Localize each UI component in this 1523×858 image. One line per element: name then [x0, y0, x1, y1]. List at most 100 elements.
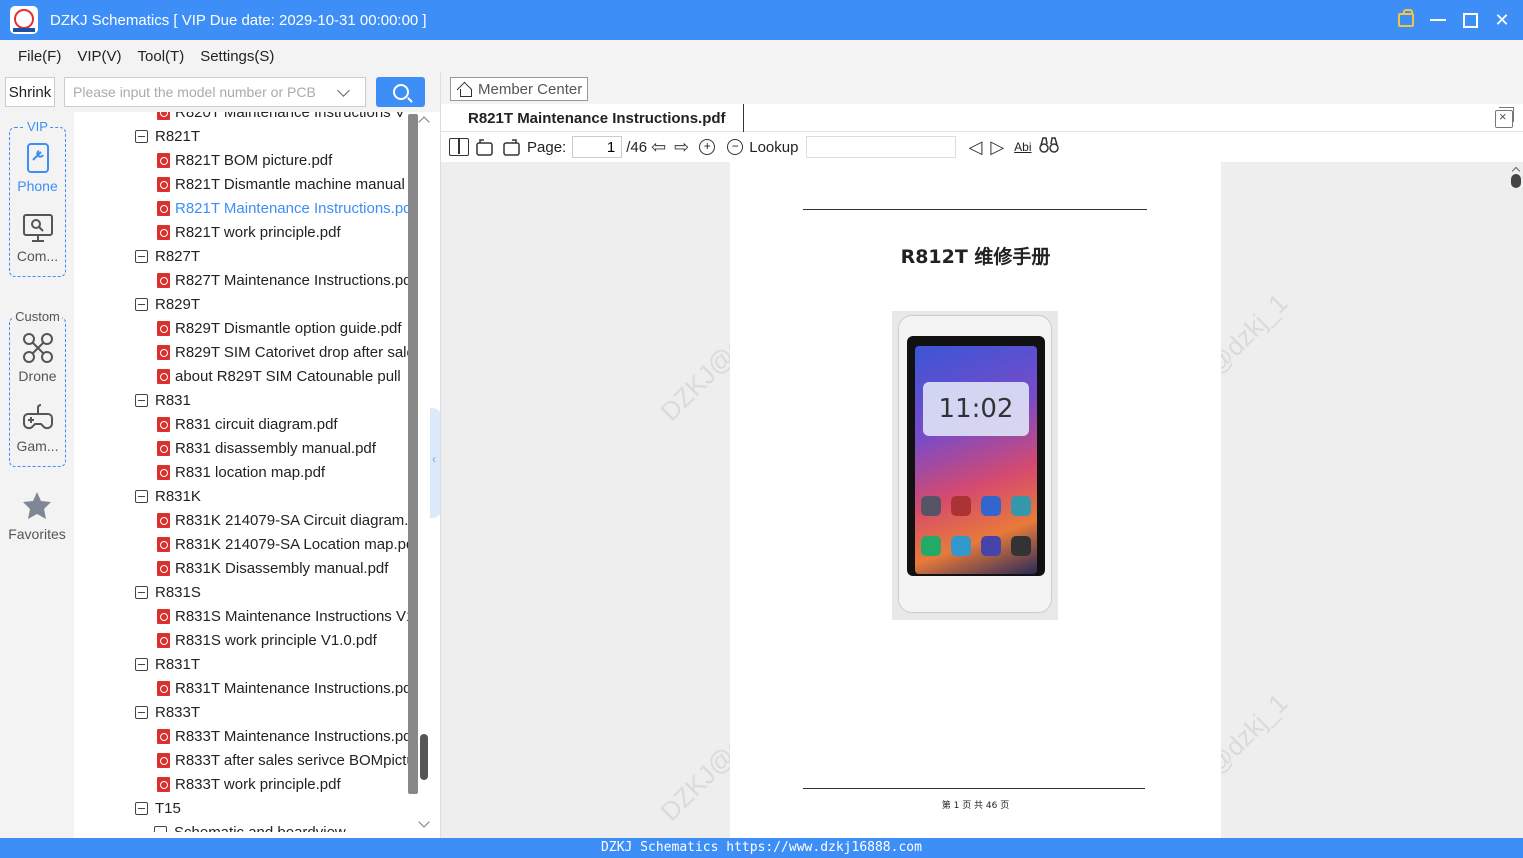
tree-file[interactable]: R831K 214079-SA Location map.pdf — [157, 532, 408, 556]
find-prev-icon[interactable]: ◁ — [968, 137, 982, 158]
tree-file[interactable]: R831 location map.pdf — [157, 460, 325, 484]
tree-file[interactable]: R833T Maintenance Instructions.pdf — [157, 724, 408, 748]
tree-file[interactable]: about R829T SIM Catounable pull — [157, 364, 401, 388]
tree-file[interactable]: R827T Maintenance Instructions.pdf — [157, 268, 408, 292]
footer-rule — [803, 788, 1145, 789]
scrollbar-thumb[interactable] — [1511, 174, 1521, 188]
tree-file[interactable]: R831 circuit diagram.pdf — [157, 412, 338, 436]
collapse-icon[interactable] — [135, 489, 148, 503]
category-game[interactable]: Gam... — [10, 402, 65, 454]
pdf-file-icon — [157, 440, 170, 456]
search-combobox[interactable] — [64, 77, 366, 107]
collapse-icon[interactable] — [135, 393, 148, 407]
tree-scrollbar[interactable] — [408, 112, 432, 832]
star-icon — [21, 490, 53, 522]
tree-file[interactable]: R833T work principle.pdf — [157, 772, 341, 796]
page-number-input[interactable] — [572, 136, 623, 158]
scroll-down-icon[interactable] — [418, 816, 430, 828]
menu-settings[interactable]: Settings(S) — [200, 48, 274, 65]
tree-folder[interactable]: R833T — [135, 700, 200, 724]
menu-tool[interactable]: Tool(T) — [138, 48, 185, 65]
viewer-scrollbar[interactable] — [1509, 162, 1523, 838]
rotate-left-icon[interactable] — [475, 138, 495, 156]
vip-group: VIP Phone Com... — [9, 119, 66, 277]
tree-item-label: R831 location map.pdf — [175, 463, 326, 481]
tree-file[interactable]: R821T BOM picture.pdf — [157, 148, 332, 172]
tree-file[interactable]: R831S Maintenance Instructions V1 — [157, 604, 408, 628]
category-computer[interactable]: Com... — [10, 212, 65, 264]
collapse-icon[interactable] — [135, 801, 148, 815]
shrink-button[interactable]: Shrink — [5, 77, 55, 107]
two-page-view-icon[interactable] — [449, 138, 469, 156]
chevron-down-icon[interactable] — [337, 83, 350, 97]
tree-file[interactable]: R831T Maintenance Instructions.pdf — [157, 676, 408, 700]
next-page-icon[interactable]: ⇨ — [674, 137, 689, 158]
close-all-tabs-icon[interactable] — [1495, 107, 1514, 128]
member-center-button[interactable]: Member Center — [450, 77, 588, 101]
tree-file[interactable]: R821T work principle.pdf — [157, 220, 341, 244]
collapse-icon[interactable] — [135, 657, 148, 671]
window-title: DZKJ Schematics [ VIP Due date: 2029-10-… — [50, 11, 427, 29]
category-favorites[interactable]: Favorites — [0, 490, 74, 542]
phone-clock: 11:02 — [938, 394, 1014, 424]
menu-vip[interactable]: VIP(V) — [77, 48, 121, 65]
pdf-viewer[interactable]: DZKJ@dzkj_1 DZKJ@dzkj_1 DZKJ@dzkj_1 DZKJ… — [441, 162, 1523, 838]
tree-file[interactable]: R831K 214079-SA Circuit diagram.pdf — [157, 508, 408, 532]
tree-folder[interactable]: R821T — [135, 124, 200, 148]
find-next-icon[interactable]: ▷ — [990, 137, 1004, 158]
category-phone[interactable]: Phone — [10, 142, 65, 194]
lookup-input[interactable] — [806, 136, 957, 158]
prev-page-icon[interactable]: ⇦ — [651, 137, 666, 158]
tree-item-label: R831 — [155, 391, 191, 409]
zoom-out-icon[interactable]: − — [727, 139, 744, 155]
close-button[interactable]: ✕ — [1493, 10, 1511, 30]
collapse-icon[interactable] — [135, 705, 148, 719]
tree-file[interactable]: R831 disassembly manual.pdf — [157, 436, 376, 460]
scrollbar-track[interactable] — [408, 114, 418, 794]
collapse-icon[interactable] — [135, 129, 148, 143]
search-button[interactable] — [376, 77, 425, 107]
tree-file[interactable]: R821T Maintenance Instructions.pdf — [157, 196, 408, 220]
tree-item-label: R827T — [155, 247, 201, 265]
tree-folder[interactable]: R827T — [135, 244, 200, 268]
minimize-button[interactable] — [1429, 11, 1447, 29]
tree-folder[interactable]: Schematic and boardview — [154, 820, 346, 832]
rotate-right-icon[interactable] — [501, 138, 521, 156]
collapse-icon[interactable] — [135, 585, 148, 599]
tree-file[interactable]: R821T Dismantle machine manual — [157, 172, 405, 196]
shop-bag-icon[interactable] — [1397, 9, 1415, 29]
zoom-in-icon[interactable]: + — [699, 139, 716, 155]
match-case-toggle[interactable]: Abi — [1014, 140, 1031, 154]
scrollbar-thumb[interactable] — [420, 734, 428, 780]
pdf-file-icon — [157, 464, 170, 480]
tree-folder[interactable]: R831T — [135, 652, 200, 676]
scroll-up-icon[interactable] — [418, 116, 430, 128]
find-all-icon[interactable] — [1038, 136, 1060, 158]
vip-group-title: VIP — [25, 119, 50, 134]
document-tab[interactable]: R821T Maintenance Instructions.pdf — [441, 104, 744, 132]
tree-file[interactable]: R831K Disassembly manual.pdf — [157, 556, 388, 580]
tree-folder[interactable]: R829T — [135, 292, 200, 316]
tree-folder[interactable]: R831K — [135, 484, 201, 508]
maximize-button[interactable] — [1461, 11, 1479, 29]
tree-item-label: R831S Maintenance Instructions V1 — [175, 607, 408, 625]
tree-item-label: R831S work principle V1.0.pdf — [175, 631, 377, 649]
title-bar: DZKJ Schematics [ VIP Due date: 2029-10-… — [0, 0, 1523, 40]
collapse-icon[interactable] — [135, 297, 148, 311]
pdf-toolbar: Page: /46 ⇦ ⇨ + − Lookup ◁ ▷ Abi — [441, 132, 1523, 162]
search-input[interactable] — [65, 84, 335, 100]
collapse-icon[interactable] — [135, 249, 148, 263]
tree-folder[interactable]: R831 — [135, 388, 191, 412]
tree-file[interactable]: R820T Maintenance Instructions V — [157, 112, 405, 124]
tree-file[interactable]: R833T after sales serivce BOMpicture — [157, 748, 408, 772]
tree-file[interactable]: R829T Dismantle option guide.pdf — [157, 316, 402, 340]
category-drone[interactable]: Drone — [10, 332, 65, 384]
tree-folder[interactable]: T15 — [135, 796, 181, 820]
tree-file[interactable]: R831S work principle V1.0.pdf — [157, 628, 377, 652]
tree-file[interactable]: R829T SIM Catorivet drop after sale — [157, 340, 408, 364]
lookup-label: Lookup — [749, 138, 799, 156]
menu-file[interactable]: File(F) — [18, 48, 61, 65]
tree-folder[interactable]: R831S — [135, 580, 201, 604]
collapse-icon[interactable] — [154, 825, 167, 832]
total-pages: /46 — [626, 138, 648, 156]
